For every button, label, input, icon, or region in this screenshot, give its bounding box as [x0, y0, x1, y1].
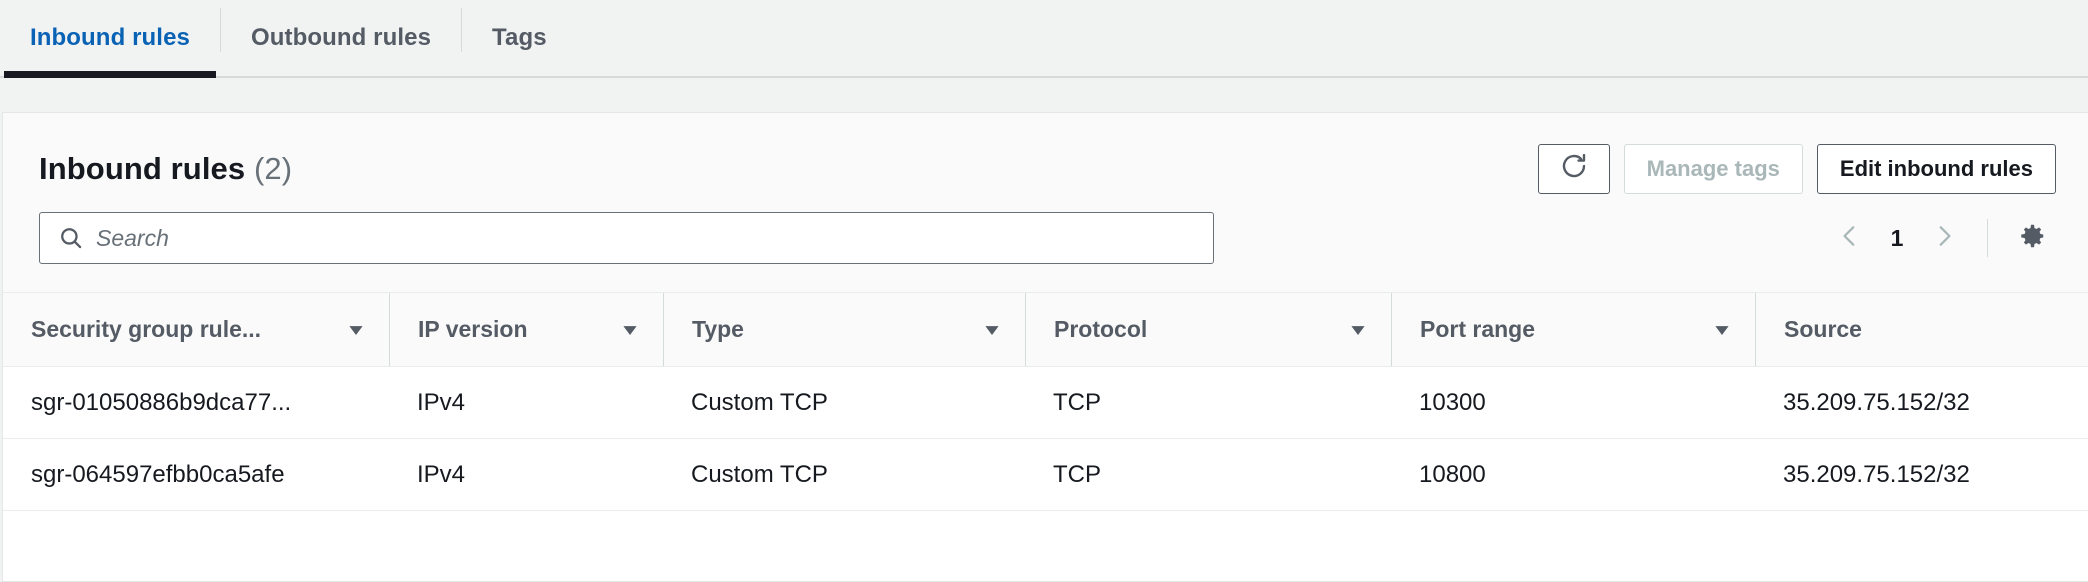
sort-descending-icon[interactable]	[1347, 319, 1391, 341]
previous-page-button[interactable]	[1823, 213, 1877, 263]
gear-icon	[2017, 221, 2047, 256]
next-page-button[interactable]	[1917, 213, 1971, 263]
manage-tags-label: Manage tags	[1646, 156, 1780, 181]
search-input[interactable]	[96, 224, 1213, 252]
cell-type: Custom TCP	[663, 366, 1025, 439]
tab-label: Outbound rules	[250, 24, 432, 51]
chevron-left-icon	[1837, 223, 1863, 254]
tab-label: Inbound rules	[30, 24, 190, 51]
cell-port-range: 10300	[1391, 366, 1755, 439]
tab-tags[interactable]: Tags	[462, 0, 577, 76]
page-title: Inbound rules (2)	[39, 151, 292, 187]
column-header-ip-version[interactable]: IP version	[389, 293, 663, 367]
column-header-security-group-rule-id[interactable]: Security group rule...	[3, 293, 389, 367]
cell-protocol: TCP	[1025, 438, 1391, 511]
sort-descending-icon[interactable]	[619, 319, 663, 341]
search-box[interactable]	[39, 212, 1214, 264]
manage-tags-button[interactable]: Manage tags	[1623, 144, 1803, 194]
inbound-rules-panel: Inbound rules (2) Manage tags Edit inbou…	[2, 112, 2088, 582]
column-label: Protocol	[1054, 316, 1148, 342]
column-label: Type	[692, 316, 744, 342]
panel-actions: Manage tags Edit inbound rules	[1537, 144, 2056, 194]
table-row[interactable]: sgr-064597efbb0ca5afe IPv4 Custom TCP TC…	[3, 438, 2088, 511]
tab-inbound-rules[interactable]: Inbound rules	[0, 0, 220, 78]
search-icon	[58, 225, 84, 251]
cell-type: Custom TCP	[663, 438, 1025, 511]
pagination-divider	[1987, 219, 1988, 257]
column-label: Port range	[1420, 316, 1536, 342]
column-label: Source	[1784, 316, 1862, 342]
column-label: IP version	[418, 316, 528, 342]
cell-ip-version: IPv4	[389, 366, 663, 439]
cell-source: 35.209.75.152/32	[1755, 438, 2088, 511]
panel-tools-row: 1	[3, 194, 2088, 264]
sort-descending-icon[interactable]	[345, 319, 389, 341]
tab-bar-baseline	[0, 76, 2088, 78]
cell-ip-version: IPv4	[389, 438, 663, 511]
inbound-rules-table: Security group rule... IP version Type P…	[3, 293, 2088, 531]
panel-title-row: Inbound rules (2) Manage tags Edit inbou…	[3, 113, 2088, 194]
edit-inbound-rules-button[interactable]: Edit inbound rules	[1816, 144, 2056, 194]
column-header-type[interactable]: Type	[663, 293, 1025, 367]
table-row-partial	[3, 511, 2088, 531]
cell-security-group-rule-id: sgr-01050886b9dca77...	[3, 366, 389, 439]
edit-inbound-rules-label: Edit inbound rules	[1839, 156, 2033, 181]
tab-bar: Inbound rules Outbound rules Tags	[0, 0, 2088, 79]
sort-descending-icon[interactable]	[981, 319, 1025, 341]
column-header-source[interactable]: Source	[1755, 293, 2088, 367]
page-number-1[interactable]: 1	[1877, 225, 1917, 252]
panel-header: Inbound rules (2) Manage tags Edit inbou…	[3, 113, 2088, 293]
cell-security-group-rule-id: sgr-064597efbb0ca5afe	[3, 438, 389, 511]
table-header-row: Security group rule... IP version Type P…	[3, 293, 2088, 367]
refresh-button[interactable]	[1537, 144, 1610, 194]
column-header-port-range[interactable]: Port range	[1391, 293, 1755, 367]
table-settings-button[interactable]	[2010, 216, 2054, 260]
rules-count: (2)	[253, 151, 293, 186]
cell-port-range: 10800	[1391, 438, 1755, 511]
panel-title-text: Inbound rules	[39, 151, 246, 186]
tab-outbound-rules[interactable]: Outbound rules	[221, 0, 461, 76]
sort-descending-icon[interactable]	[1711, 319, 1755, 341]
refresh-icon	[1559, 151, 1589, 187]
table-row[interactable]: sgr-01050886b9dca77... IPv4 Custom TCP T…	[3, 366, 2088, 439]
cell-source: 35.209.75.152/32	[1755, 366, 2088, 439]
pagination: 1	[1823, 213, 2062, 263]
column-label: Security group rule...	[31, 316, 262, 342]
column-header-protocol[interactable]: Protocol	[1025, 293, 1391, 367]
tab-label: Tags	[492, 24, 547, 51]
chevron-right-icon	[1931, 223, 1957, 254]
cell-protocol: TCP	[1025, 366, 1391, 439]
